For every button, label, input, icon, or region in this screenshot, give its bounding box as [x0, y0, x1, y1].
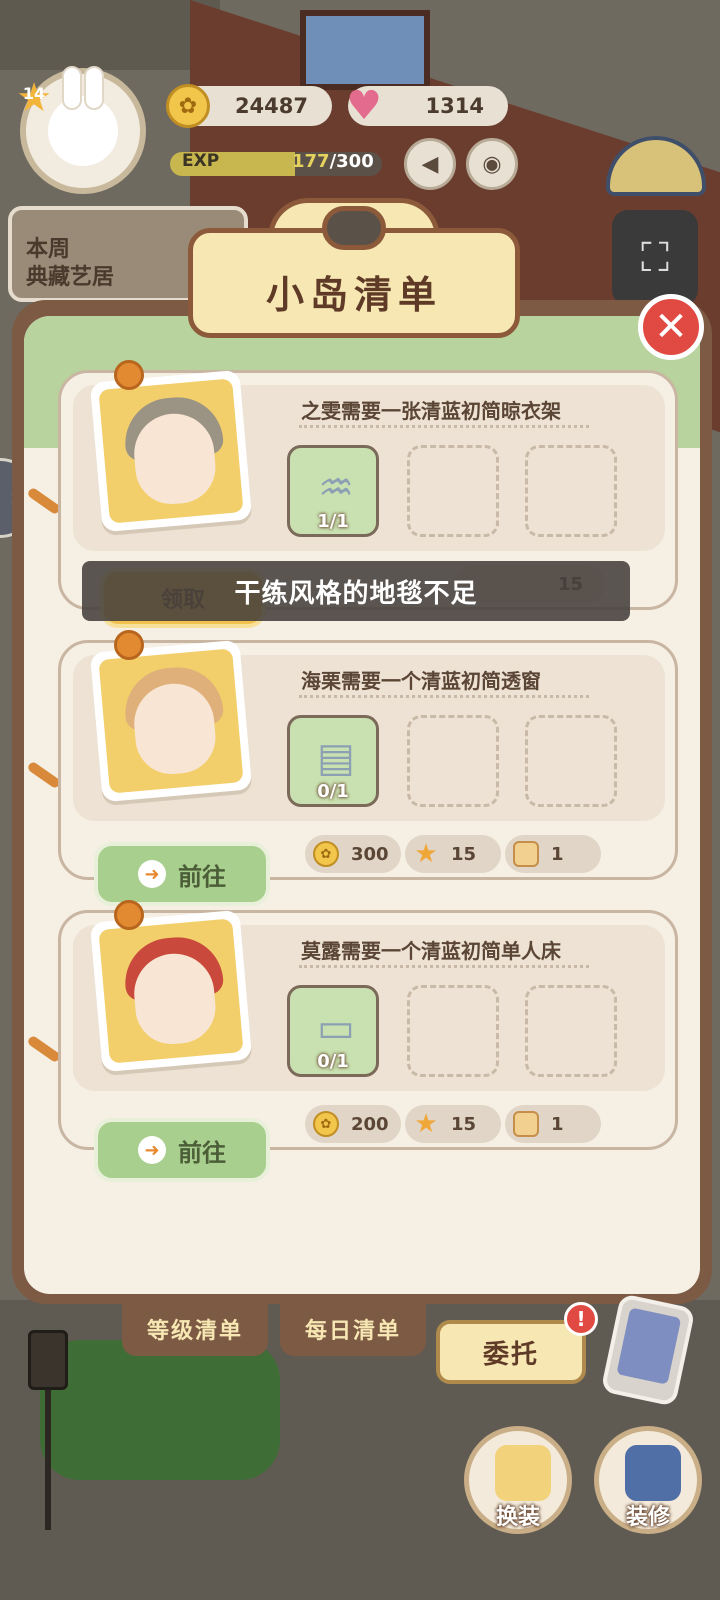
foliage	[0, 0, 220, 70]
heart-icon: ♥	[346, 83, 382, 129]
item-count: 0/1	[317, 781, 349, 802]
goto-button[interactable]: ➜ 前往	[94, 842, 270, 906]
star-icon: ★	[414, 839, 438, 869]
outfit-icon	[495, 1445, 551, 1501]
tab-commission[interactable]: 委托	[436, 1320, 586, 1384]
tab-label: 委托	[482, 1339, 539, 1370]
goto-label: 前往	[178, 1138, 226, 1167]
toast-message: 干练风格的地毯不足	[82, 561, 630, 621]
task-title: 莫露需要一个清蓝初简单人床	[301, 939, 561, 963]
goto-button[interactable]: ➜ 前往	[94, 1118, 270, 1182]
item-slot[interactable]: ▤ 0/1	[287, 715, 379, 807]
tab-label: 每日清单	[304, 1319, 401, 1344]
pin-icon	[114, 360, 144, 390]
character-portrait-ziwen	[89, 369, 253, 533]
lamp-pole	[45, 1390, 51, 1530]
reward-value: 1	[551, 1113, 564, 1135]
item-count: 1/1	[317, 511, 349, 532]
reward-boxes: 1	[505, 835, 601, 873]
decorate-label: 装修	[625, 1505, 670, 1530]
empty-slot	[407, 715, 499, 807]
notification-badge: !	[564, 1302, 598, 1336]
heart-amount: 1314	[425, 94, 484, 118]
bunny-avatar-icon	[48, 66, 118, 166]
announcement-button[interactable]: ◀	[404, 138, 456, 190]
coin-icon: ✿	[313, 1111, 339, 1137]
bed-icon: ▭	[317, 1005, 355, 1051]
dress-up-label: 换装	[495, 1505, 540, 1530]
item-slot[interactable]: ♒ 1/1	[287, 445, 379, 537]
coin-icon: ✿	[166, 84, 210, 128]
reward-value: 15	[451, 843, 477, 865]
tab-label: 等级清单	[146, 1319, 243, 1344]
portrait-bg	[98, 378, 244, 524]
reward-value: 1	[551, 843, 564, 865]
portrait-bg	[98, 918, 244, 1064]
pin-icon	[114, 900, 144, 930]
character-portrait-haili	[89, 639, 253, 803]
star-icon: ★	[414, 1109, 438, 1139]
close-icon: ✕	[654, 304, 688, 350]
pin-icon	[114, 630, 144, 660]
task-title: 海栗需要一个清蓝初简透窗	[301, 669, 541, 693]
lamp-head	[28, 1330, 68, 1390]
close-button[interactable]: ✕	[638, 294, 704, 360]
paint-roller-icon	[625, 1445, 681, 1501]
street-lamp	[28, 1330, 68, 1530]
title-board-hole	[322, 206, 386, 250]
window-icon: ▤	[317, 735, 355, 781]
decorate-button[interactable]: 装修	[594, 1426, 702, 1534]
player-level: 14	[22, 84, 46, 103]
portrait-bg	[98, 648, 244, 794]
hedge	[40, 1340, 280, 1480]
item-count: 0/1	[317, 1051, 349, 1072]
empty-slot	[407, 985, 499, 1077]
exp-current: 177	[292, 151, 330, 172]
divider	[299, 425, 589, 428]
coin-amount: 24487	[234, 94, 308, 118]
clothes-rack-icon: ♒	[318, 465, 354, 511]
reward-value: 200	[351, 1113, 389, 1135]
reward-stars: ★ 15	[405, 1105, 501, 1143]
exp-max: /300	[329, 151, 374, 172]
fullscreen-icon[interactable]: ⛶	[612, 210, 698, 306]
empty-slot	[525, 715, 617, 807]
coin-icon: ✿	[313, 841, 339, 867]
reward-coins: ✿ 300	[305, 835, 401, 873]
task-title: 之雯需要一张清蓝初简晾衣架	[301, 399, 561, 423]
reward-stars: ★ 15	[405, 835, 501, 873]
tab-level-list[interactable]: 等级清单	[122, 1302, 268, 1356]
reward-value: 15	[451, 1113, 477, 1135]
item-slot[interactable]: ▭ 0/1	[287, 985, 379, 1077]
empty-slot	[525, 445, 617, 537]
panel-title: 小岛清单	[265, 273, 442, 317]
weekly-collection-label: 本周 典藏艺居	[26, 237, 115, 290]
camera-button[interactable]: ◉	[466, 138, 518, 190]
house-window	[300, 10, 430, 90]
goto-label: 前往	[178, 862, 226, 891]
camera-icon: ◉	[482, 151, 502, 177]
exp-value: 177/300	[292, 151, 374, 172]
gift-box-icon	[513, 841, 539, 867]
character-portrait-molu	[89, 909, 253, 1073]
empty-slot	[407, 445, 499, 537]
reward-coins: ✿ 200	[305, 1105, 401, 1143]
dress-up-button[interactable]: 换装	[464, 1426, 572, 1534]
divider	[299, 965, 589, 968]
tab-daily-list[interactable]: 每日清单	[280, 1302, 426, 1356]
reward-boxes: 1	[505, 1105, 601, 1143]
reward-value: 300	[351, 843, 389, 865]
exp-label: EXP	[182, 151, 220, 171]
arrow-right-icon: ➜	[138, 860, 166, 888]
speaker-icon: ◀	[421, 151, 439, 177]
gift-box-icon	[513, 1111, 539, 1137]
arrow-right-icon: ➜	[138, 1136, 166, 1164]
divider	[299, 695, 589, 698]
empty-slot	[525, 985, 617, 1077]
